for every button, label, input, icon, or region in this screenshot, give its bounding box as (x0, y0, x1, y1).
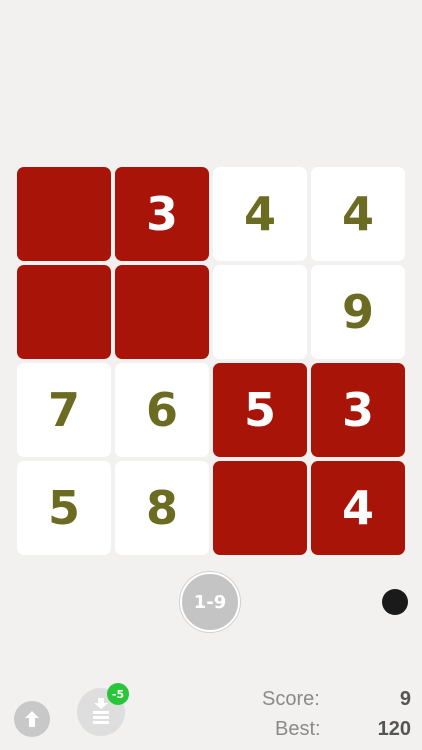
game-board: 34497653584 (17, 167, 405, 555)
tile-r3-c1[interactable]: 7 (17, 363, 111, 457)
tile-r1-c3[interactable]: 4 (213, 167, 307, 261)
range-label: 1-9 (193, 591, 227, 613)
tile-r3-c4[interactable]: 3 (311, 363, 405, 457)
score-label: Score: (262, 688, 320, 710)
score-value: 9 (399, 688, 411, 710)
tile-r2-c3[interactable] (213, 265, 307, 359)
tile-r4-c2[interactable]: 8 (115, 461, 209, 555)
arrow-up-icon (25, 711, 39, 727)
bonus-badge: -5 (107, 683, 129, 705)
tile-r3-c2[interactable]: 6 (115, 363, 209, 457)
tile-r1-c4[interactable]: 4 (311, 167, 405, 261)
tile-r2-c2[interactable] (115, 265, 209, 359)
best-label: Best: (275, 718, 321, 740)
status-dot (382, 589, 408, 615)
tile-r4-c1[interactable]: 5 (17, 461, 111, 555)
tile-r4-c3[interactable] (213, 461, 307, 555)
best-value: 120 (377, 718, 411, 740)
up-button[interactable] (14, 701, 50, 737)
tile-r1-c2[interactable]: 3 (115, 167, 209, 261)
tile-r3-c3[interactable]: 5 (213, 363, 307, 457)
tile-r4-c4[interactable]: 4 (311, 461, 405, 555)
tile-r2-c4[interactable]: 9 (311, 265, 405, 359)
range-button[interactable]: 1-9 (180, 572, 240, 632)
tile-r1-c1[interactable] (17, 167, 111, 261)
tile-r2-c1[interactable] (17, 265, 111, 359)
